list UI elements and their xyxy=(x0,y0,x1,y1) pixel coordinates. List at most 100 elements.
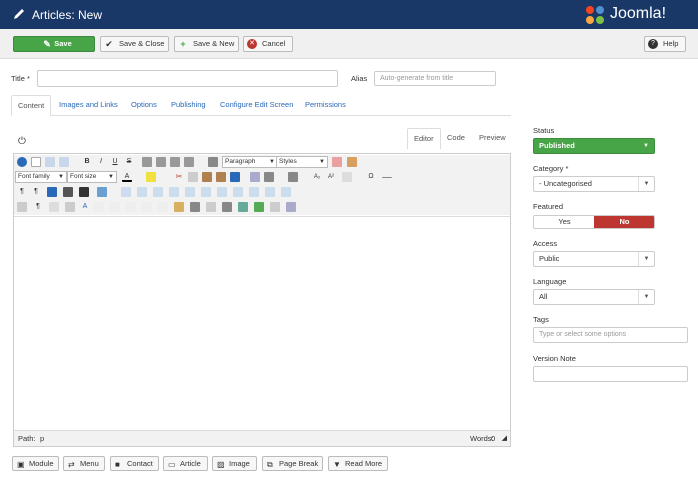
bold-icon[interactable]: B xyxy=(82,157,92,167)
tab-content[interactable]: Content xyxy=(11,95,52,116)
redo-icon[interactable] xyxy=(59,157,69,167)
acronym-icon[interactable] xyxy=(110,202,120,212)
align-left-icon[interactable] xyxy=(142,157,152,167)
toggle-editor-icon[interactable]: ⏻ xyxy=(18,136,26,147)
help-circle-icon[interactable] xyxy=(17,157,27,167)
tab-code[interactable]: Code xyxy=(447,128,465,149)
align-justify-icon[interactable] xyxy=(184,157,194,167)
pagebreak-icon[interactable] xyxy=(270,202,280,212)
link-icon[interactable] xyxy=(190,202,200,212)
media-icon[interactable] xyxy=(254,202,264,212)
tab-options[interactable]: Options xyxy=(131,95,157,116)
access-select[interactable]: Public ▼ xyxy=(533,251,655,267)
category-select[interactable]: - Uncategorised ▼ xyxy=(533,176,655,192)
strikethrough-icon[interactable]: S xyxy=(124,157,134,167)
tab-permissions[interactable]: Permissions xyxy=(305,95,346,116)
paragraph-select[interactable]: Paragraph ▼ xyxy=(222,156,278,168)
help-button[interactable]: ? Help xyxy=(644,36,686,52)
print-icon[interactable] xyxy=(63,187,73,197)
subscript-icon[interactable]: A₂ xyxy=(312,172,322,182)
text-color-icon[interactable]: A xyxy=(122,172,132,182)
template-icon[interactable] xyxy=(49,202,59,212)
del-icon[interactable] xyxy=(158,202,168,212)
save-close-button[interactable]: ✔ Save & Close xyxy=(100,36,169,52)
visual-aid-icon[interactable] xyxy=(17,202,27,212)
spellcheck-icon[interactable]: A xyxy=(80,202,90,212)
tab-images-links[interactable]: Images and Links xyxy=(59,95,118,116)
abbr-icon[interactable] xyxy=(94,202,104,212)
insert-menu-button[interactable]: ⇄ Menu xyxy=(63,456,105,471)
insert-read-more-button[interactable]: ▼ Read More xyxy=(328,456,388,471)
tab-editor[interactable]: Editor xyxy=(407,128,441,149)
horizontal-rule-icon[interactable] xyxy=(382,172,392,178)
insert-module-button[interactable]: ▣ Module xyxy=(12,456,59,471)
language-select[interactable]: All ▼ xyxy=(533,289,655,305)
path-value[interactable]: p xyxy=(40,431,44,446)
align-center-icon[interactable] xyxy=(156,157,166,167)
save-new-button[interactable]: + Save & New xyxy=(174,36,239,52)
paste-text-icon[interactable] xyxy=(216,172,226,182)
table-delete-icon[interactable] xyxy=(281,187,291,197)
insert-row-after-icon[interactable] xyxy=(169,187,179,197)
cancel-button[interactable]: ✕ Cancel xyxy=(243,36,293,52)
cut-icon[interactable]: ✂ xyxy=(174,172,184,182)
align-right-icon[interactable] xyxy=(170,157,180,167)
find-icon[interactable] xyxy=(79,187,89,197)
delete-row-icon[interactable] xyxy=(185,187,195,197)
row-props-icon[interactable] xyxy=(121,187,131,197)
undo-icon[interactable] xyxy=(45,157,55,167)
insert-contact-button[interactable]: ■ Contact xyxy=(110,456,159,471)
italic-icon[interactable]: I xyxy=(96,157,106,167)
tab-configure-edit-screen[interactable]: Configure Edit Screen xyxy=(220,95,293,116)
status-select[interactable]: Published ▼ xyxy=(533,138,655,154)
tab-preview[interactable]: Preview xyxy=(479,128,506,149)
editor-content-area[interactable] xyxy=(14,216,510,430)
merge-cells-icon[interactable] xyxy=(265,187,275,197)
search-replace-icon[interactable] xyxy=(230,172,240,182)
alias-input[interactable]: Auto-generate from title xyxy=(374,71,496,86)
styles-select[interactable]: Styles ▼ xyxy=(276,156,328,168)
insert-article-button[interactable]: ▭ Article xyxy=(163,456,208,471)
split-cells-icon[interactable] xyxy=(249,187,259,197)
unordered-list-icon[interactable] xyxy=(288,172,298,182)
copy-icon[interactable] xyxy=(188,172,198,182)
show-blocks-icon[interactable]: ¶ xyxy=(33,202,43,212)
hr-icon[interactable] xyxy=(222,202,232,212)
format-icon[interactable] xyxy=(208,157,218,167)
insert-image-button[interactable]: ▨ Image xyxy=(212,456,257,471)
anchor-icon[interactable] xyxy=(174,202,184,212)
image-icon[interactable] xyxy=(238,202,248,212)
font-family-select[interactable]: Font family ▼ xyxy=(15,171,67,183)
unlink-icon[interactable] xyxy=(206,202,216,212)
cite-icon[interactable] xyxy=(126,202,136,212)
superscript-icon[interactable]: A² xyxy=(326,172,336,182)
ordered-list-icon[interactable] xyxy=(264,172,274,182)
tab-publishing[interactable]: Publishing xyxy=(171,95,206,116)
font-size-select[interactable]: Font size ▼ xyxy=(67,171,117,183)
ins-icon[interactable] xyxy=(142,202,152,212)
delete-col-icon[interactable] xyxy=(233,187,243,197)
insert-layer-icon[interactable] xyxy=(65,202,75,212)
clean-icon[interactable] xyxy=(347,157,357,167)
special-char-icon[interactable] xyxy=(342,172,352,182)
featured-no-button[interactable]: No xyxy=(594,216,654,228)
insert-col-before-icon[interactable] xyxy=(201,187,211,197)
new-document-icon[interactable] xyxy=(31,157,41,167)
code-icon[interactable] xyxy=(286,202,296,212)
insert-row-before-icon[interactable] xyxy=(153,187,163,197)
rtl-icon[interactable]: ¶ xyxy=(31,187,41,197)
highlight-icon[interactable] xyxy=(146,172,156,182)
paste-icon[interactable] xyxy=(202,172,212,182)
title-input[interactable] xyxy=(37,70,338,87)
insert-col-after-icon[interactable] xyxy=(217,187,227,197)
fullscreen-icon[interactable] xyxy=(47,187,57,197)
omega-icon[interactable]: Ω xyxy=(366,172,376,182)
underline-icon[interactable]: U xyxy=(110,157,120,167)
featured-yes-button[interactable]: Yes xyxy=(534,216,595,228)
resize-handle-icon[interactable]: ◢ xyxy=(502,431,507,446)
ltr-icon[interactable]: ¶ xyxy=(17,187,27,197)
version-note-input[interactable] xyxy=(533,366,688,382)
eraser-icon[interactable] xyxy=(332,157,342,167)
cell-props-icon[interactable] xyxy=(137,187,147,197)
table-icon[interactable] xyxy=(97,187,107,197)
